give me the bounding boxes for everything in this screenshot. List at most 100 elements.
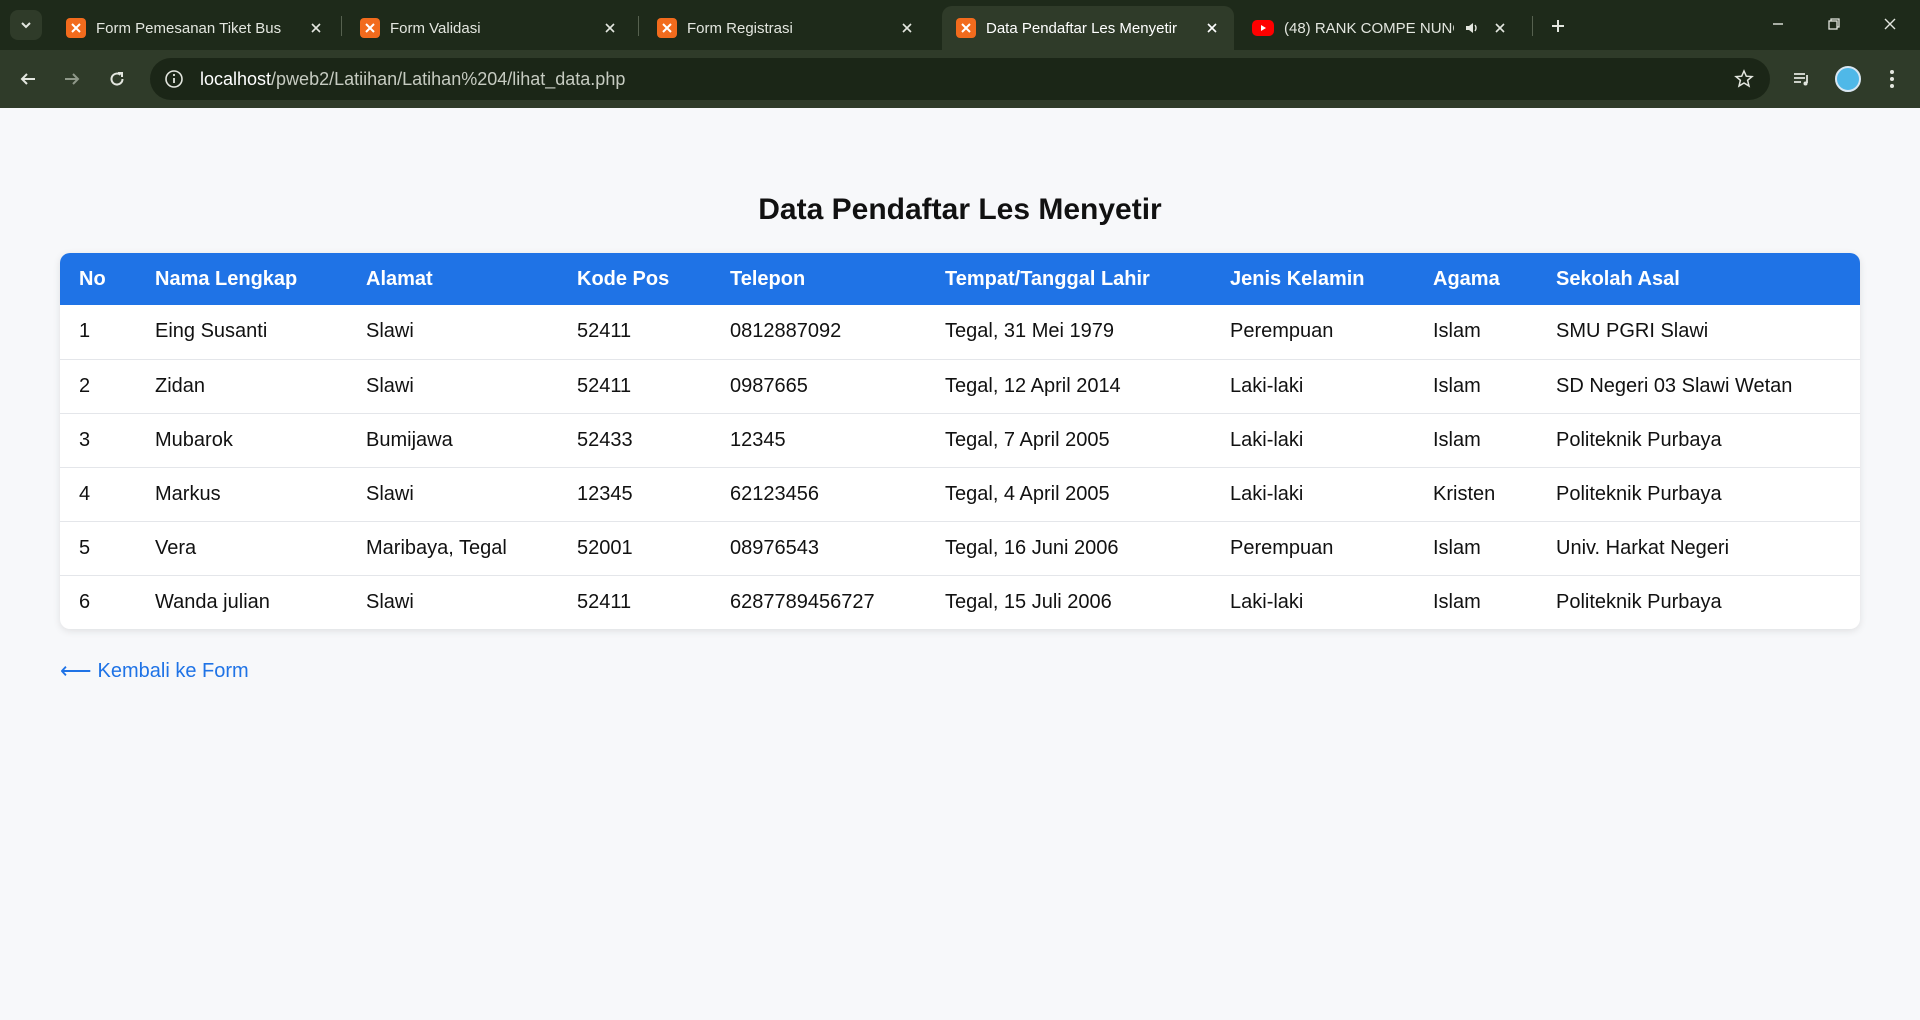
table-cell: 0987665 xyxy=(711,358,926,413)
table-cell: Islam xyxy=(1414,574,1537,629)
column-header: Tempat/Tanggal Lahir xyxy=(945,267,1150,290)
youtube-icon xyxy=(1252,20,1274,36)
menu-button[interactable] xyxy=(1876,63,1908,95)
forward-button[interactable] xyxy=(56,63,88,95)
table-cell: Tegal, 31 Mei 1979 xyxy=(945,320,1115,343)
xampp-icon xyxy=(956,18,976,38)
table-cell: Tegal, 7 April 2005 xyxy=(926,412,1211,467)
table-cell: Perempuan xyxy=(1230,320,1334,343)
table-cell: Laki-laki xyxy=(1211,466,1414,521)
info-icon[interactable] xyxy=(156,61,192,97)
table-cell: Tegal, 4 April 2005 xyxy=(926,466,1211,521)
chevron-down-icon xyxy=(21,22,31,29)
arrow-left-icon: ⟵ xyxy=(60,658,92,683)
registrants-table: No Nama Lengkap Alamat Kode Pos Telepon … xyxy=(60,253,1860,629)
tab-title: Form Validasi xyxy=(390,19,481,37)
profile-button[interactable] xyxy=(1832,63,1864,95)
close-icon xyxy=(1884,18,1896,30)
tab-divider xyxy=(638,16,639,36)
table-cell: Zidan xyxy=(136,358,347,413)
tab-divider xyxy=(341,16,342,36)
table-cell: 4 xyxy=(60,466,136,521)
table-cell: Slawi xyxy=(347,358,558,413)
media-controls-button[interactable] xyxy=(1786,63,1818,95)
page-title: Data Pendaftar Les Menyetir xyxy=(758,193,1162,226)
xampp-icon xyxy=(657,18,677,38)
table-cell: Mubarok xyxy=(136,412,347,467)
address-bar[interactable]: localhost/pweb2/Latiihan/Latihan%204/lih… xyxy=(150,58,1770,100)
table-cell: Politeknik Purbaya xyxy=(1537,574,1860,629)
column-header: Telepon xyxy=(730,267,806,290)
table-cell: Perempuan xyxy=(1211,520,1414,575)
table-cell: 52411 xyxy=(558,574,711,629)
table-cell: Islam xyxy=(1433,320,1481,343)
table-cell: Slawi xyxy=(347,466,558,521)
table-row: 3 Mubarok Bumijawa 52433 12345 Tegal, 7 April… xyxy=(60,412,1860,467)
tab-form-registrasi[interactable]: Form Registrasi xyxy=(643,6,929,50)
table-cell: Islam xyxy=(1414,412,1537,467)
table-row: 5 Vera Maribaya, Tegal 52001 08976543 Tegal, … xyxy=(60,520,1860,575)
table-cell: 52001 xyxy=(558,520,711,575)
tab-form-pemesanan[interactable]: Form Pemesanan Tiket Bus xyxy=(52,6,338,50)
new-tab-button[interactable] xyxy=(1544,12,1572,40)
close-icon[interactable] xyxy=(1202,18,1222,38)
table-cell: Tegal, 16 Juni 2006 xyxy=(926,520,1211,575)
table-row: 4 Markus Slawi 12345 62123456 Tegal, 4 April … xyxy=(60,466,1860,521)
arrow-right-icon xyxy=(65,73,80,85)
close-window-button[interactable] xyxy=(1862,0,1918,48)
back-button[interactable] xyxy=(12,63,44,95)
table-cell: Islam xyxy=(1414,358,1537,413)
tab-title: Form Registrasi xyxy=(687,19,793,37)
table-cell: Islam xyxy=(1414,520,1537,575)
tab-title: Form Pemesanan Tiket Bus xyxy=(96,19,282,37)
table-cell: Laki-laki xyxy=(1211,412,1414,467)
tab-title: (48) RANK COMPE NUNGGU xyxy=(1284,19,1454,37)
url-host: localhost xyxy=(200,68,272,89)
tab-form-validasi[interactable]: Form Validasi xyxy=(346,6,632,50)
avatar xyxy=(1835,66,1861,92)
xampp-icon xyxy=(66,18,86,38)
table-cell: Univ. Harkat Negeri xyxy=(1537,520,1860,575)
table-cell: 6 xyxy=(60,574,136,629)
table-cell: 52411 xyxy=(577,320,632,343)
table-cell: Kristen xyxy=(1414,466,1537,521)
table-cell: 5 xyxy=(60,520,136,575)
column-header: No xyxy=(79,267,106,290)
table-cell: 62123456 xyxy=(711,466,926,521)
table-row: 1 Eing Susanti Slawi 52411 0812887092 Tegal, … xyxy=(60,305,1860,359)
table-cell: Tegal, 15 Juli 2006 xyxy=(926,574,1211,629)
table-cell: 3 xyxy=(60,412,136,467)
minimize-button[interactable] xyxy=(1750,0,1806,48)
queue-music-icon xyxy=(1794,73,1808,86)
tab-search-button[interactable] xyxy=(10,10,42,40)
url-text[interactable]: localhost/pweb2/Latiihan/Latihan%204/lih… xyxy=(200,69,1726,90)
column-header: Alamat xyxy=(366,267,433,290)
table-row: 6 Wanda julian Slawi 52411 6287789456727 Tega… xyxy=(60,574,1860,629)
table-cell: 12345 xyxy=(558,466,711,521)
reload-button[interactable] xyxy=(101,63,133,95)
table-cell: Laki-laki xyxy=(1211,358,1414,413)
table-cell: 0812887092 xyxy=(730,320,842,343)
close-icon[interactable] xyxy=(897,18,917,38)
browser-toolbar: localhost/pweb2/Latiihan/Latihan%204/lih… xyxy=(0,50,1920,108)
table-cell: Laki-laki xyxy=(1211,574,1414,629)
page-content: Data Pendaftar Les Menyetir No Nama Leng… xyxy=(0,108,1920,1020)
table-cell: Slawi xyxy=(366,320,414,343)
table-cell: 52433 xyxy=(558,412,711,467)
bookmark-star-icon[interactable] xyxy=(1726,61,1762,97)
column-header: Agama xyxy=(1433,267,1500,290)
close-icon[interactable] xyxy=(600,18,620,38)
back-to-form-link[interactable]: ⟵ Kembali ke Form xyxy=(60,658,249,684)
close-icon[interactable] xyxy=(306,18,326,38)
close-icon[interactable] xyxy=(1490,18,1510,38)
table-cell: Politeknik Purbaya xyxy=(1537,412,1860,467)
speaker-icon[interactable] xyxy=(1462,18,1482,38)
table-cell: SMU PGRI Slawi xyxy=(1556,320,1709,343)
xampp-icon xyxy=(360,18,380,38)
arrow-left-icon xyxy=(20,73,35,85)
restore-button[interactable] xyxy=(1806,0,1862,48)
table-cell: Tegal, 12 April 2014 xyxy=(926,358,1211,413)
tab-data-pendaftar[interactable]: Data Pendaftar Les Menyetir xyxy=(942,6,1234,50)
tab-youtube[interactable]: (48) RANK COMPE NUNGGU xyxy=(1238,6,1522,50)
tab-divider xyxy=(1532,16,1533,36)
